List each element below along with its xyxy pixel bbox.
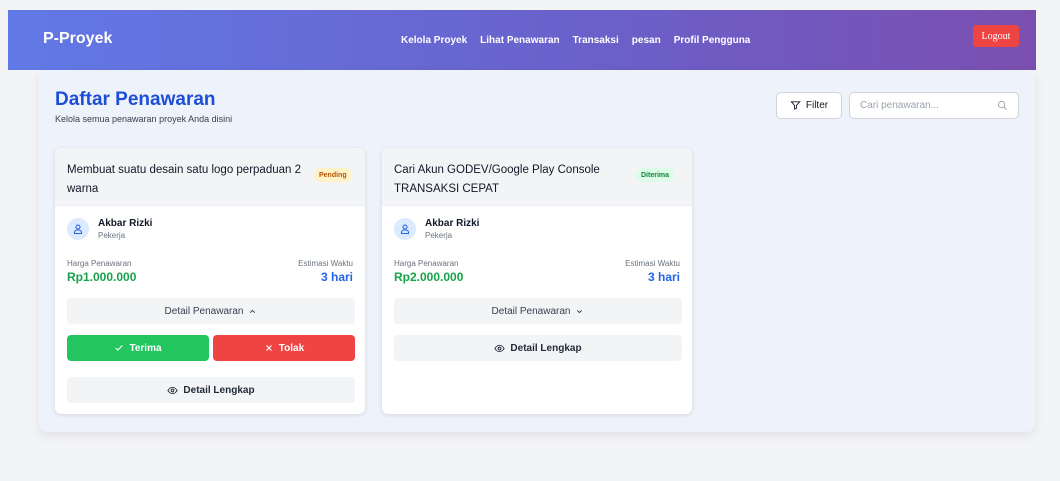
eye-icon [494, 344, 506, 352]
offer-price: Rp2.000.000 [394, 270, 464, 284]
card-title: Cari Akun GODEV/Google Play Console TRAN… [394, 164, 600, 195]
offer-estimate: 3 hari [320, 270, 353, 284]
worker-info: Akbar Rizki Pekerja [67, 218, 152, 242]
detail-offer-toggle[interactable]: Detail Penawaran [67, 298, 355, 324]
status-badge: Diterima [636, 168, 675, 182]
accept-label: Terima [129, 342, 162, 354]
page-title: Daftar Penawaran [55, 89, 216, 110]
search-input[interactable] [860, 100, 990, 111]
full-detail-label: Detail Lengkap [510, 342, 582, 354]
full-detail-button[interactable]: Detail Lengkap [67, 377, 355, 403]
estimate-label: Estimasi Waktu [298, 259, 353, 268]
offer-card: Cari Akun GODEV/Google Play Console TRAN… [382, 148, 692, 414]
reject-button[interactable]: Tolak [213, 335, 355, 361]
worker-name: Akbar Rizki [98, 218, 153, 229]
status-badge: Pending [314, 168, 352, 182]
filter-icon [790, 101, 801, 110]
chevron-down-icon [577, 309, 583, 313]
close-icon [265, 345, 272, 351]
price-label: Harga Penawaran [394, 259, 459, 268]
brand-logo[interactable]: P-Proyek [43, 30, 112, 48]
offer-card: Membuat suatu desain satu logo perpaduan… [55, 148, 365, 414]
avatar [394, 218, 416, 240]
nav-profil-pengguna[interactable]: Profil Pengguna [674, 35, 751, 46]
nav-kelola-proyek[interactable]: Kelola Proyek [401, 35, 467, 46]
nav-lihat-penawaran[interactable]: Lihat Penawaran [480, 35, 559, 46]
offers-panel: Daftar Penawaran Kelola semua penawaran … [39, 70, 1035, 432]
nav-pesan[interactable]: pesan [632, 35, 661, 46]
filter-button[interactable]: Filter [776, 92, 842, 119]
chevron-up-icon [250, 309, 256, 313]
detail-offer-label: Detail Penawaran [164, 305, 244, 317]
top-navbar: P-Proyek Kelola Proyek Lihat Penawaran T… [8, 10, 1036, 70]
offer-price: Rp1.000.000 [67, 270, 137, 284]
user-icon [400, 224, 410, 235]
price-label: Harga Penawaran [67, 259, 132, 268]
worker-name: Akbar Rizki [425, 218, 480, 229]
nav-links: Kelola Proyek Lihat Penawaran Transaksi … [401, 35, 763, 46]
user-icon [73, 224, 83, 235]
worker-role: Pekerja [98, 231, 126, 240]
filter-label: Filter [805, 100, 829, 111]
card-title: Membuat suatu desain satu logo perpaduan… [67, 164, 301, 195]
page-subtitle: Kelola semua penawaran proyek Anda disin… [55, 114, 233, 124]
eye-icon [167, 386, 179, 394]
detail-offer-label: Detail Penawaran [491, 305, 571, 317]
estimate-label: Estimasi Waktu [625, 259, 680, 268]
search-box[interactable] [849, 92, 1019, 119]
card-header: Membuat suatu desain satu logo perpaduan… [55, 148, 365, 206]
worker-info: Akbar Rizki Pekerja [394, 218, 479, 242]
nav-transaksi[interactable]: Transaksi [573, 35, 619, 46]
search-icon[interactable] [997, 100, 1008, 111]
accept-button[interactable]: Terima [67, 335, 209, 361]
worker-role: Pekerja [425, 231, 453, 240]
full-detail-button[interactable]: Detail Lengkap [394, 335, 682, 361]
offer-estimate: 3 hari [647, 270, 680, 284]
card-header: Cari Akun GODEV/Google Play Console TRAN… [382, 148, 692, 206]
detail-offer-toggle[interactable]: Detail Penawaran [394, 298, 682, 324]
logout-button[interactable]: Logout [973, 25, 1019, 47]
full-detail-label: Detail Lengkap [183, 384, 255, 396]
reject-label: Tolak [278, 342, 305, 354]
check-icon [115, 345, 124, 351]
avatar [67, 218, 89, 240]
